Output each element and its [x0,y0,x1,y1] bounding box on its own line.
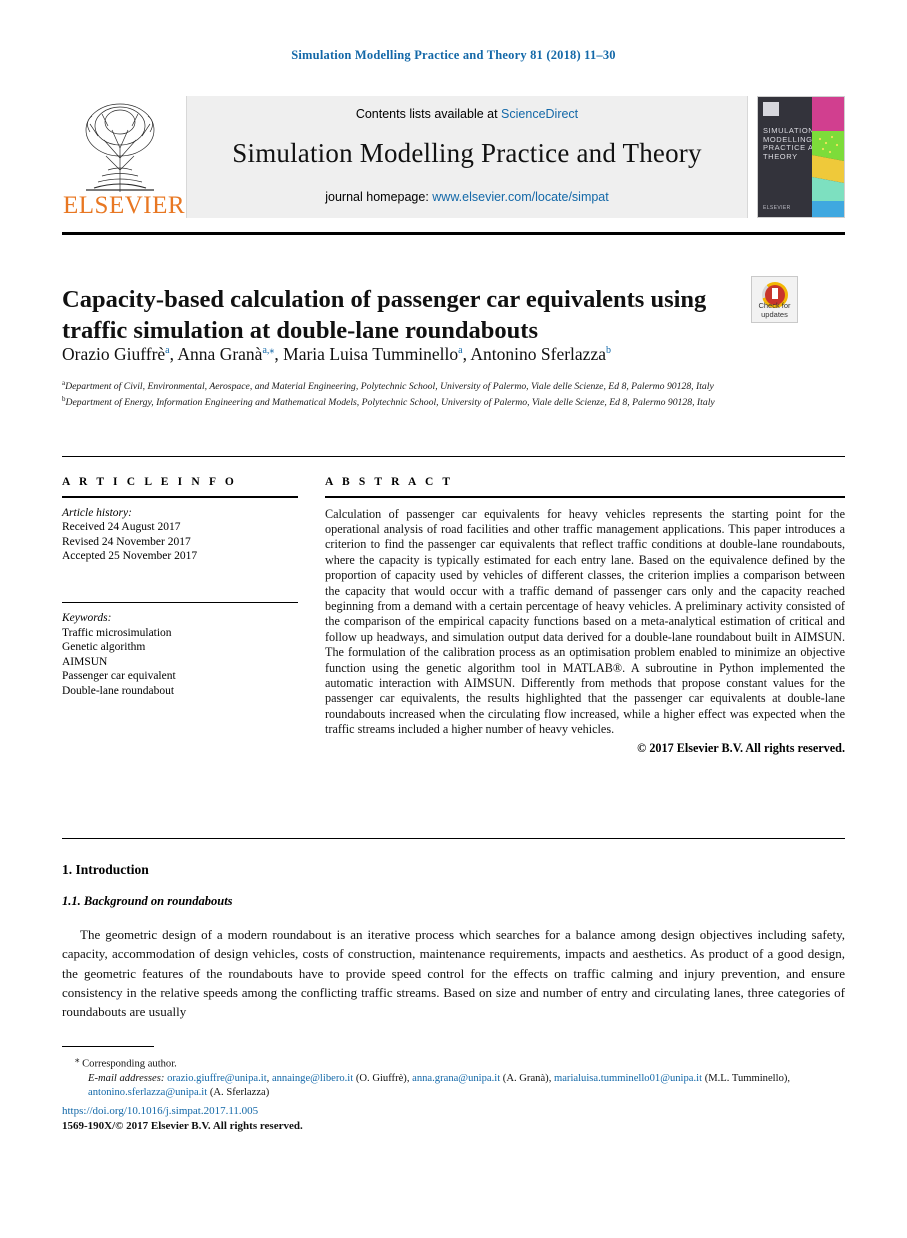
affiliation-list: aDepartment of Civil, Environmental, Aer… [62,377,832,410]
masthead-bottom-rule [62,232,845,235]
journal-title: Simulation Modelling Practice and Theory [232,138,702,168]
issn-copyright-line: 1569-190X/© 2017 Elsevier B.V. All right… [62,1120,303,1132]
email-link[interactable]: marialuisa.tumminello01@unipa.it [554,1073,702,1084]
paper-page: Simulation Modelling Practice and Theory… [0,0,907,1238]
email-link[interactable]: annainge@libero.it [272,1073,353,1084]
article-history-label: Article history: [62,506,132,519]
cover-artwork-svg [812,97,844,217]
email-link[interactable]: antonino.sferlazza@unipa.it [88,1087,207,1098]
email-owner: (O. Giuffrè) [355,1072,407,1084]
journal-cover-thumbnail: SIMULATION MODELLING PRACTICE AND THEORY… [757,96,845,218]
keywords-block: Keywords: Traffic microsimulation Geneti… [62,601,298,699]
author-name: Orazio Giuffrè [62,344,166,364]
keywords-label: Keywords: [62,612,112,625]
elsevier-wordmark: ELSEVIER [63,192,186,219]
affiliation-item: bDepartment of Energy, Information Engin… [62,393,832,409]
history-item: Revised 24 November 2017 [62,535,191,548]
homepage-prefix: journal homepage: [325,190,433,204]
author-affiliation-marker: b [605,345,611,357]
cover-artwork [812,97,844,217]
author-item: Orazio Giuffrèa [62,344,170,364]
email-owner: (A. Granà) [502,1072,549,1084]
footnote-rule [62,1046,154,1047]
keyword-item: Passenger car equivalent [62,670,176,683]
affiliation-text: Department of Energy, Information Engine… [65,397,715,409]
footnote-block: ⁎ Corresponding author. E-mail addresses… [62,1052,845,1101]
author-affiliation-marker: a [458,345,463,357]
cover-emblem-icon [763,102,779,116]
article-info-heading: A R T I C L E I N F O [62,476,237,488]
author-name: Anna Granà [177,344,263,364]
masthead-center: Contents lists available at ScienceDirec… [186,96,748,218]
body-top-rule [62,838,845,839]
keyword-item: AIMSUN [62,655,108,668]
author-affiliation-marker: a [165,345,170,357]
article-info-column: A R T I C L E I N F O Article history: R… [62,476,298,698]
email-addresses-note: E-mail addresses: orazio.giuffre@unipa.i… [62,1072,845,1101]
journal-masthead: ELSEVIER Contents lists available at Sci… [62,96,845,224]
history-item: Received 24 August 2017 [62,521,181,534]
crossmark-label-line2: updates [761,309,788,319]
author-name: Maria Luisa Tumminello [283,344,459,364]
article-info-rule [62,496,298,498]
subsection-heading: 1.1. Background on roundabouts [62,894,233,908]
crossmark-badge[interactable]: Check for updates [751,276,798,323]
author-item: Maria Luisa Tumminelloa [283,344,462,364]
affiliation-item: aDepartment of Civil, Environmental, Aer… [62,377,832,393]
author-name: Antonino Sferlazza [470,344,606,364]
keywords-list: Traffic microsimulation Genetic algorith… [62,626,298,699]
contents-available-line: Contents lists available at ScienceDirec… [187,107,747,121]
abstract-rule [325,496,845,498]
corresponding-author-marker: ,⁎ [266,345,275,357]
keyword-item: Traffic microsimulation [62,626,172,639]
doi-link[interactable]: https://doi.org/10.1016/j.simpat.2017.11… [62,1105,258,1117]
elsevier-logo: ELSEVIER [62,96,185,224]
email-owner: (A. Sferlazza) [209,1087,270,1099]
info-abstract-top-rule [62,456,845,457]
keyword-item: Genetic algorithm [62,641,146,654]
email-addresses-label: E-mail addresses: [88,1072,165,1084]
crossmark-label: Check for updates [752,301,797,319]
abstract-column: A B S T R A C T Calculation of passenger… [325,476,845,756]
history-item: Accepted 25 November 2017 [62,550,198,563]
section-heading: 1. Introduction [62,862,149,877]
sciencedirect-link[interactable]: ScienceDirect [501,107,578,121]
email-sep: , [787,1072,791,1084]
author-item: Antonino Sferlazzab [470,344,611,364]
abstract-copyright: © 2017 Elsevier B.V. All rights reserved… [637,740,845,755]
body-paragraph: The geometric design of a modern roundab… [62,927,845,1020]
keyword-item: Double-lane roundabout [62,684,175,697]
article-history-list: Received 24 August 2017 Revised 24 Novem… [62,520,298,564]
corresponding-author-note: ⁎ Corresponding author. [62,1052,845,1072]
email-link[interactable]: anna.grana@unipa.it [412,1073,500,1084]
cover-publisher-text: ELSEVIER [763,205,791,211]
abstract-heading: A B S T R A C T [325,476,454,488]
keywords-rule [62,601,298,604]
crossmark-flag-icon [771,288,778,303]
email-owner: (M.L. Tumminello) [704,1072,788,1084]
journal-homepage-line: journal homepage: www.elsevier.com/locat… [187,190,747,204]
page-title: Capacity-based calculation of passenger … [62,286,707,345]
author-list: Orazio Giuffrèa, Anna Granàa,⁎, Maria Lu… [62,344,611,364]
affiliation-text: Department of Civil, Environmental, Aero… [65,381,714,393]
author-item: Anna Granàa,⁎ [177,344,274,364]
abstract-text: Calculation of passenger car equivalents… [325,506,845,737]
contents-prefix: Contents lists available at [355,107,502,121]
journal-homepage-link[interactable]: www.elsevier.com/locate/simpat [432,190,608,204]
email-link[interactable]: orazio.giuffre@unipa.it [167,1073,267,1084]
corresponding-author-icon: ⁎ [75,1054,80,1064]
running-head: Simulation Modelling Practice and Theory… [291,48,616,62]
elsevier-tree-icon [85,103,155,192]
corresponding-author-text: Corresponding author. [82,1058,177,1070]
